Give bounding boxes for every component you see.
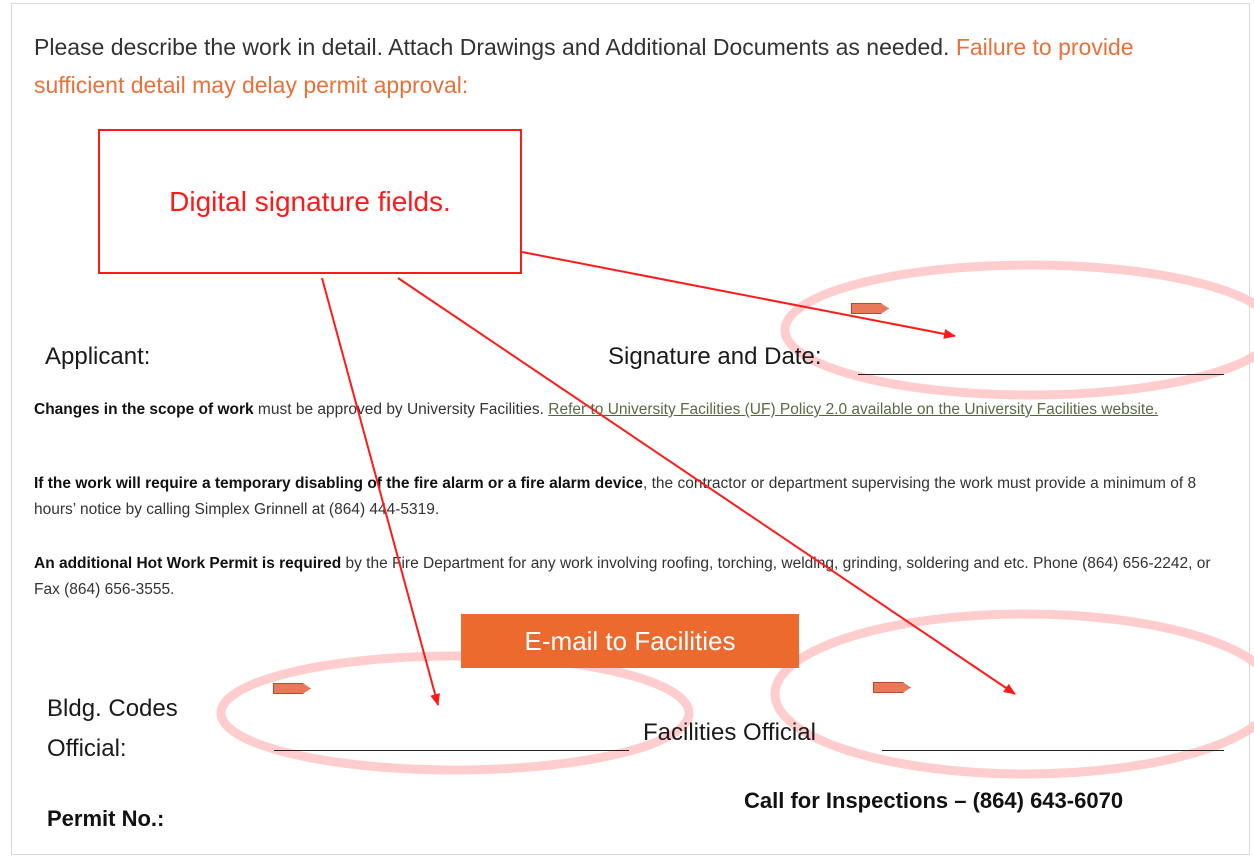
fire-alarm-notice: If the work will require a temporary dis… <box>34 471 1229 523</box>
instructions-text: Please describe the work in detail. Atta… <box>34 34 956 60</box>
work-description-instructions: Please describe the work in detail. Atta… <box>34 28 1224 104</box>
bldg-codes-signature-line <box>274 750 629 751</box>
callout-box: Digital signature fields. <box>98 129 522 274</box>
bldg-codes-line1: Bldg. Codes <box>47 695 178 722</box>
scope-change-bold: Changes in the scope of work <box>34 401 254 418</box>
hot-work-bold: An additional Hot Work Permit is require… <box>34 555 342 572</box>
facilities-official-label: Facilities Official <box>643 719 816 746</box>
inspection-call-text: Call for Inspections – (864) 643-6070 <box>744 788 1124 813</box>
uf-policy-link[interactable]: Refer to University Facilities (UF) Poli… <box>548 401 1158 418</box>
permit-number-label: Permit No.: <box>47 806 165 831</box>
applicant-label: Applicant: <box>45 343 151 370</box>
callout-label: Digital signature fields. <box>169 185 451 217</box>
bldg-codes-official-label: Bldg. Codes Official: <box>47 689 178 769</box>
hot-work-notice: An additional Hot Work Permit is require… <box>34 551 1229 603</box>
email-to-facilities-button[interactable]: E-mail to Facilities <box>461 614 799 668</box>
bldg-codes-line2: Official: <box>47 735 127 762</box>
signature-date-label: Signature and Date: <box>608 343 822 370</box>
fire-alarm-bold: If the work will require a temporary dis… <box>34 475 643 492</box>
signature-date-line <box>858 374 1224 375</box>
facilities-signature-line <box>882 750 1224 751</box>
scope-change-notice: Changes in the scope of work must be app… <box>34 397 1229 423</box>
scope-change-text: must be approved by University Facilitie… <box>253 401 549 418</box>
